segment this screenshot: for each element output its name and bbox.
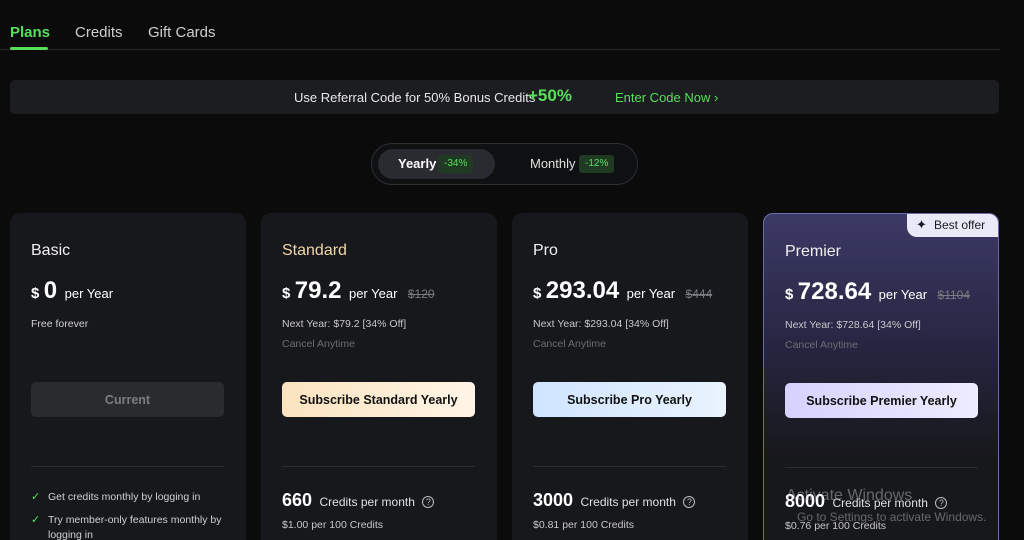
help-icon[interactable]: ? [422,496,435,508]
divider [282,466,475,467]
best-offer-badge: ✦ Best offer [907,214,998,237]
credits-rate: $0.81 per 100 Credits [533,519,634,531]
activation-watermark-subtitle: Go to Settings to activate Windows. [797,510,987,524]
check-icon: ✓ [31,491,41,503]
original-price: $120 [407,287,435,301]
active-tab-indicator [10,47,48,50]
price-amount: 293.04 [545,277,620,304]
enter-code-link[interactable]: Enter Code Now › [615,90,718,105]
plan-note: Free forever [31,318,89,330]
original-price: $1104 [937,288,971,302]
tab-credits[interactable]: Credits [75,24,123,41]
plan-name: Standard [282,242,347,259]
currency-symbol: $ [533,285,542,302]
yearly-option[interactable]: Yearly -34% [378,149,495,179]
enter-code-label: Enter Code Now [615,90,711,105]
chevron-right-icon: › [710,90,719,105]
next-year-price: Next Year: $728.64 [34% Off] [785,319,921,331]
credits-row: 660 Credits per month ? [282,490,435,511]
tab-gift-cards[interactable]: Gift Cards [148,24,216,41]
subscribe-standard-button[interactable]: Subscribe Standard Yearly [282,382,475,417]
cancel-anytime-note: Cancel Anytime [533,338,606,350]
yearly-discount-badge: -34% [438,155,474,173]
tab-plans[interactable]: Plans [10,24,50,41]
cancel-anytime-note: Cancel Anytime [785,339,858,351]
help-icon[interactable]: ? [935,497,948,509]
price-period: per Year [64,286,114,301]
divider [785,467,978,468]
next-year-price: Next Year: $293.04 [34% Off] [533,318,669,330]
current-plan-button[interactable]: Current [31,382,224,417]
price-row: $ 0 per Year [31,277,113,305]
check-icon: ✓ [31,514,41,526]
help-icon[interactable]: ? [683,496,696,508]
price-period: per Year [626,286,676,301]
best-offer-label: Best offer [934,218,986,232]
plan-name: Premier [785,243,842,260]
currency-symbol: $ [785,286,794,303]
credits-amount: 3000 [533,490,574,510]
credits-label: Credits per month [580,495,676,509]
price-row: $ 728.64 per Year $1104 [785,278,970,306]
billing-period-toggle: Yearly -34% Monthly -12% [371,143,638,185]
activation-watermark-title: Activate Windows [786,487,913,504]
plan-name: Basic [31,242,71,259]
divider [31,466,224,467]
original-price: $444 [685,287,713,301]
price-amount: 79.2 [294,277,342,304]
referral-banner: Use Referral Code for 50% Bonus Credits … [10,80,999,114]
price-period: per Year [878,287,928,302]
currency-symbol: $ [31,285,40,302]
yearly-label: Yearly [398,156,437,171]
credits-rate: $1.00 per 100 Credits [282,519,383,531]
price-row: $ 293.04 per Year $444 [533,277,712,305]
credits-label: Credits per month [319,495,415,509]
price-amount: 728.64 [797,278,872,305]
bonus-badge: +50% [528,86,572,105]
monthly-discount-badge: -12% [579,155,615,173]
plan-card-pro: Pro $ 293.04 per Year $444 Next Year: $2… [512,213,748,540]
price-row: $ 79.2 per Year $120 [282,277,435,305]
next-year-price: Next Year: $79.2 [34% Off] [282,318,407,330]
feature-text: Get credits monthly by logging in [48,491,201,503]
referral-text: Use Referral Code for 50% Bonus Credits [294,90,536,105]
plan-card-basic: Basic $ 0 per Year Free forever Current … [10,213,246,540]
feature-item: ✓ Get credits monthly by logging in [31,490,231,505]
subscribe-pro-button[interactable]: Subscribe Pro Yearly [533,382,726,417]
monthly-label: Monthly [530,156,576,171]
plan-name: Pro [533,242,558,259]
credits-row: 3000 Credits per month ? [533,490,696,511]
price-period: per Year [348,286,398,301]
divider [533,466,726,467]
plan-card-standard: Standard $ 79.2 per Year $120 Next Year:… [261,213,497,540]
monthly-option[interactable]: Monthly -12% [522,149,632,179]
subscribe-premier-button[interactable]: Subscribe Premier Yearly [785,383,978,418]
credits-amount: 660 [282,490,313,510]
feature-text: Try member-only features monthly by logg… [48,514,222,540]
plan-tabs: Plans Credits Gift Cards [0,0,1000,50]
sparkle-icon: ✦ [916,217,927,232]
feature-item: ✓ Try member-only features monthly by lo… [31,513,231,540]
cancel-anytime-note: Cancel Anytime [282,338,355,350]
price-amount: 0 [43,277,58,304]
currency-symbol: $ [282,285,291,302]
